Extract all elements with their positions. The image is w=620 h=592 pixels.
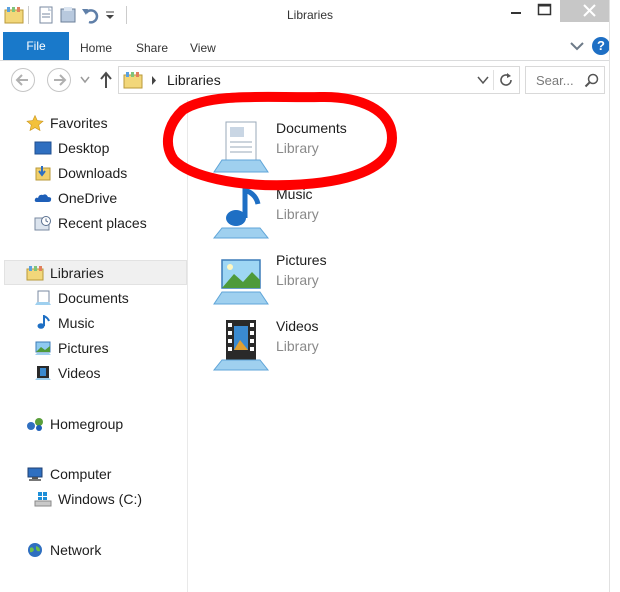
search-placeholder: Sear... [536, 73, 574, 88]
pictures-icon [35, 341, 51, 355]
videos-icon [35, 366, 51, 380]
library-name: Videos [276, 318, 319, 334]
library-type: Library [276, 140, 319, 156]
onedrive-cloud-icon [34, 194, 52, 202]
sidebar-item-label: Videos [58, 365, 101, 381]
library-name: Documents [276, 120, 347, 136]
sidebar-item-label: OneDrive [58, 190, 118, 206]
vertical-scrollbar[interactable] [609, 0, 620, 592]
library-name: Music [276, 186, 313, 202]
recent-places-icon [34, 216, 51, 231]
ribbon-tab-bar: File Home Share View ? [0, 32, 620, 61]
back-arrow-icon[interactable] [10, 67, 36, 93]
documents-library-icon [213, 121, 269, 173]
downloads-icon [35, 166, 51, 181]
sidebar-item-label: Music [58, 315, 95, 331]
title-bar: Libraries [0, 0, 620, 32]
sidebar-item-label: Favorites [50, 115, 108, 131]
music-library-icon [212, 186, 270, 239]
pictures-library-icon [213, 259, 269, 305]
drive-icon [34, 492, 52, 507]
content-pane: Documents Library Music Library Pictures… [189, 100, 609, 592]
sidebar-item-label: Network [50, 542, 102, 558]
tab-home[interactable]: Home [80, 32, 112, 60]
help-icon[interactable]: ? [592, 37, 610, 55]
tab-view[interactable]: View [190, 32, 216, 60]
library-item-videos[interactable]: Videos Library [212, 316, 382, 376]
library-type: Library [276, 206, 319, 222]
sidebar-item-label: Libraries [50, 265, 104, 281]
homegroup-icon [27, 418, 43, 431]
address-bar-row: Libraries Sear... [0, 61, 620, 99]
library-item-pictures[interactable]: Pictures Library [212, 250, 382, 310]
libraries-icon [26, 266, 44, 281]
search-input[interactable]: Sear... [525, 66, 605, 94]
sidebar-item-label: Recent places [58, 215, 147, 231]
star-icon [26, 115, 44, 131]
sidebar-item-label: Homegroup [50, 416, 124, 432]
library-name: Pictures [276, 252, 327, 268]
libraries-icon [123, 72, 143, 89]
up-arrow-icon[interactable] [98, 70, 114, 90]
network-globe-icon [28, 543, 42, 557]
tab-share[interactable]: Share [136, 32, 168, 60]
breadcrumb-separator-icon[interactable] [151, 76, 157, 85]
address-box[interactable]: Libraries [118, 66, 520, 94]
sidebar-item-label: Pictures [58, 340, 109, 356]
library-type: Library [276, 272, 319, 288]
videos-library-icon [212, 320, 270, 371]
computer-icon [27, 467, 43, 481]
refresh-icon[interactable] [498, 72, 514, 88]
sidebar-item-label: Windows (C:) [58, 491, 143, 507]
music-note-icon [37, 315, 50, 329]
breadcrumb-libraries[interactable]: Libraries [167, 72, 221, 88]
sidebar-item-label: Computer [50, 466, 112, 482]
desktop-icon [34, 141, 52, 155]
documents-icon [35, 290, 51, 305]
recent-locations-chevron-icon[interactable] [80, 76, 90, 84]
sidebar-item-label: Documents [58, 290, 129, 306]
library-item-music[interactable]: Music Library [212, 184, 382, 244]
address-dropdown-chevron-icon[interactable] [477, 76, 489, 85]
forward-arrow-icon[interactable] [46, 67, 72, 93]
expand-ribbon-chevron-icon[interactable] [569, 40, 585, 52]
library-type: Library [276, 338, 319, 354]
address-divider [493, 70, 494, 90]
navigation-pane: Favorites Desktop Downloads OneDrive Rec… [0, 100, 188, 592]
library-item-documents[interactable]: Documents Library [212, 118, 382, 178]
sidebar-item-label: Desktop [58, 140, 110, 156]
sidebar-item-label: Downloads [58, 165, 128, 181]
search-icon[interactable] [584, 73, 599, 88]
file-tab[interactable]: File [3, 32, 69, 60]
